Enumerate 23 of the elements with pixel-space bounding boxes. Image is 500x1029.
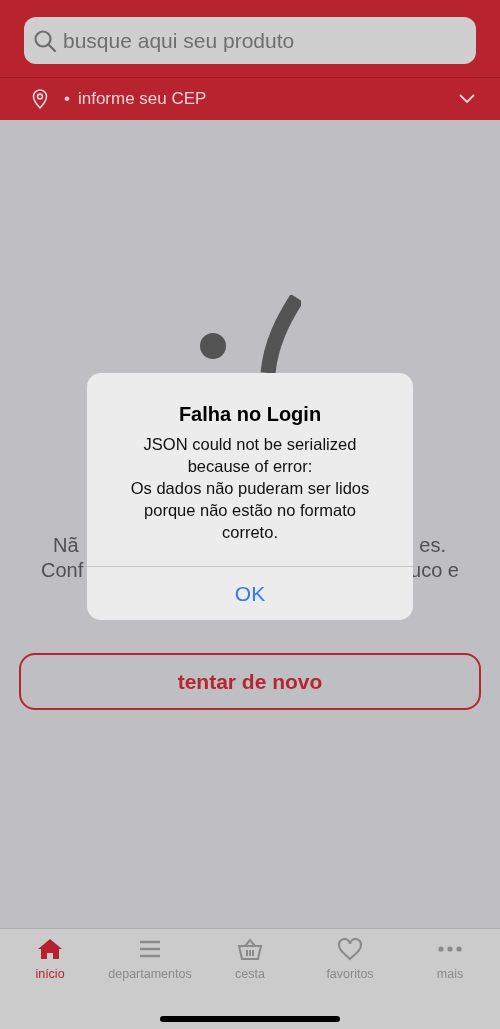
tab-item[interactable]: mais <box>400 937 500 989</box>
alert-message: JSON could not be serialized because of error: Os dados não puderam ser lidos porque não estão no formato correto. <box>129 434 371 543</box>
more-icon <box>438 946 462 952</box>
cep-link[interactable]: informe seu CEP <box>77 86 207 112</box>
location-pin-icon <box>32 89 48 109</box>
home-icon <box>37 937 63 961</box>
alert-title: Falha no Login <box>177 402 323 427</box>
bullet-icon: • <box>64 86 70 112</box>
message-text: Nã <box>53 533 79 558</box>
ok-button[interactable]: OK <box>87 567 413 620</box>
tab-item[interactable]: favoritos <box>300 937 400 989</box>
heart-icon <box>337 937 363 961</box>
basket-icon <box>237 937 263 961</box>
message-text: es. <box>419 533 446 558</box>
tab-item[interactable]: início <box>0 937 100 989</box>
tab-item[interactable]: departamentos <box>100 937 200 989</box>
tab-item[interactable]: cesta <box>200 937 300 989</box>
search-icon <box>33 29 57 53</box>
retry-button[interactable]: tentar de novo <box>19 653 481 710</box>
search-field[interactable]: busque aqui seu produto <box>24 17 476 64</box>
sad-face-icon <box>197 295 301 373</box>
chevron-down-icon <box>458 93 476 105</box>
message-text: Conf <box>41 558 84 583</box>
